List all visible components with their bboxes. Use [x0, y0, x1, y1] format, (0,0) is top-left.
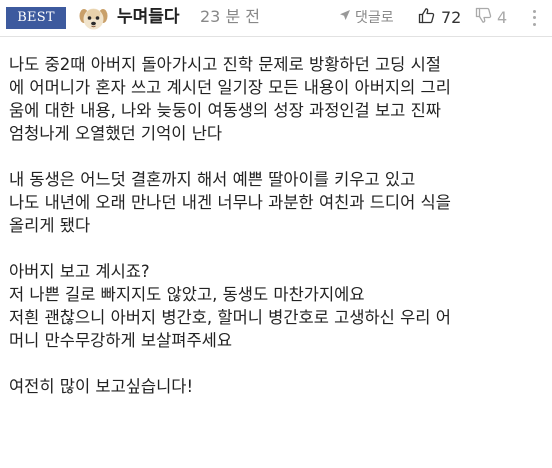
comment-paragraph: 아버지 보고 계시죠? 저 나쁜 길로 빠지지도 않았고, 동생도 마찬가지에요… [9, 260, 549, 352]
comment-paragraph: 내 동생은 어느덧 결혼까지 해서 예쁜 딸아이를 키우고 있고 나도 내년에 … [9, 168, 549, 237]
text-line: 머니 만수무강하게 보살펴주세요 [9, 331, 233, 350]
text-line: 저 나쁜 길로 빠지지도 않았고, 동생도 마찬가지에요 [9, 285, 365, 304]
more-options-button[interactable] [526, 8, 542, 28]
text-line: 내 동생은 어느덧 결혼까지 해서 예쁜 딸아이를 키우고 있고 [9, 170, 416, 189]
text-line: 에 어머니가 혼자 쓰고 계시던 일기장 모든 내용이 아버지의 그리 [9, 78, 451, 97]
comment-header: BEST 누며들다 23 분 전 댓글로 72 4 [0, 0, 552, 37]
text-line: 나도 중2때 아버지 돌아가시고 진학 문제로 방황하던 고딩 시절 [9, 55, 441, 74]
thumbs-down-icon [475, 7, 497, 28]
puppy-avatar-icon[interactable] [79, 5, 108, 31]
text-line: 나도 내년에 오래 만나던 내겐 너무나 과분한 여친과 드디어 식을 [9, 193, 451, 212]
comment-paragraph: 여전히 많이 보고싶습니다! [9, 375, 549, 398]
best-badge: BEST [6, 7, 66, 29]
comment-timestamp: 23 분 전 [200, 7, 260, 26]
author-nickname[interactable]: 누며들다 [117, 6, 180, 28]
reply-label: 댓글로 [355, 10, 394, 26]
reply-arrow-icon [339, 9, 355, 25]
like-button[interactable]: 72 [418, 5, 461, 29]
thumbs-up-icon [418, 7, 441, 28]
text-line: 여전히 많이 보고싶습니다! [9, 377, 194, 396]
text-line: 저흰 괜찮으니 아버지 병간호, 할머니 병간호로 고생하신 우리 어 [9, 308, 451, 327]
like-count: 72 [441, 7, 462, 27]
reply-button[interactable]: 댓글로 [339, 6, 394, 28]
text-line: 아버지 보고 계시죠? [9, 262, 150, 281]
dislike-count: 4 [497, 7, 508, 27]
comment-body: 나도 중2때 아버지 돌아가시고 진학 문제로 방황하던 고딩 시절 에 어머니… [9, 53, 549, 398]
text-line: 엄청나게 오열했던 기억이 난다 [9, 124, 223, 143]
text-line: 올리게 됐다 [9, 216, 91, 235]
text-line: 움에 대한 내용, 나와 늦둥이 여동생의 성장 과정인걸 보고 진짜 [9, 101, 441, 120]
dislike-button[interactable]: 4 [475, 5, 507, 29]
more-vertical-icon [532, 9, 536, 13]
comment-paragraph: 나도 중2때 아버지 돌아가시고 진학 문제로 방황하던 고딩 시절 에 어머니… [9, 53, 549, 145]
